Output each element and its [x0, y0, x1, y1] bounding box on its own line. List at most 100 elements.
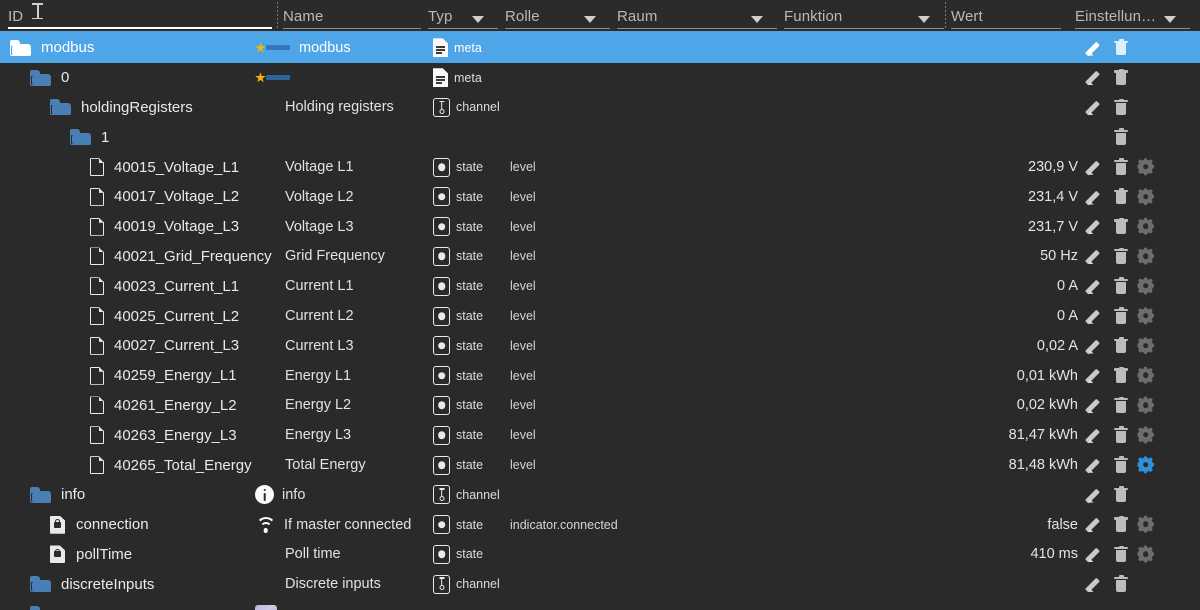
column-header-id[interactable]: ID	[8, 0, 272, 33]
column-divider[interactable]	[277, 2, 278, 30]
cell-id[interactable]: 40015_Voltage_L1	[0, 152, 239, 182]
edit-icon[interactable]	[1084, 426, 1105, 444]
delete-icon[interactable]	[1114, 486, 1128, 503]
cell-role[interactable]: level	[510, 182, 536, 212]
cell-value[interactable]: 0 A	[948, 301, 1078, 331]
edit-icon[interactable]	[1084, 307, 1105, 324]
cell-type[interactable]: meta	[433, 33, 482, 63]
cell-value[interactable]	[948, 93, 1078, 123]
edit-icon[interactable]	[1084, 69, 1105, 86]
settings-icon[interactable]	[1137, 158, 1154, 176]
cell-type[interactable]: state	[433, 361, 483, 391]
edit-icon[interactable]	[1084, 277, 1105, 295]
cell-role[interactable]: level	[510, 242, 536, 272]
tree-row[interactable]: pollTime Poll time state 410 ms	[0, 539, 1200, 570]
column-header-wert[interactable]: Wert	[951, 0, 1061, 33]
cell-value[interactable]: 0,02 kWh	[948, 391, 1078, 421]
cell-value[interactable]: 50 Hz	[948, 242, 1078, 272]
cell-type[interactable]	[433, 599, 439, 610]
delete-icon[interactable]	[1114, 98, 1128, 116]
cell-id[interactable]: 0	[0, 63, 69, 93]
edit-icon[interactable]	[1084, 486, 1105, 503]
cell-role[interactable]: level	[510, 450, 536, 480]
cell-id[interactable]: pollTime	[0, 540, 132, 570]
cell-value[interactable]	[948, 480, 1078, 510]
delete-icon[interactable]	[1114, 337, 1128, 354]
cell-type[interactable]: state	[433, 510, 483, 540]
edit-icon[interactable]	[1084, 546, 1105, 563]
cell-name[interactable]: Discrete inputs	[255, 569, 381, 599]
cell-type[interactable]	[433, 122, 439, 152]
cell-type[interactable]: state	[433, 391, 483, 421]
cell-name[interactable]	[255, 63, 299, 93]
cell-id[interactable]: 40021_Grid_Frequency	[0, 242, 272, 272]
settings-icon[interactable]	[1137, 426, 1154, 444]
delete-icon[interactable]	[1114, 217, 1128, 235]
cell-value[interactable]	[948, 33, 1078, 63]
delete-icon[interactable]	[1114, 545, 1128, 563]
cell-type[interactable]: state	[433, 152, 483, 182]
tree-row[interactable]: 40025_Current_L2 Current L2 state level 0 A	[0, 301, 1200, 331]
delete-icon[interactable]	[1114, 188, 1128, 205]
settings-icon[interactable]	[1137, 366, 1154, 384]
cell-name[interactable]: Grid Frequency	[255, 242, 385, 272]
chevron-down-icon[interactable]	[472, 16, 484, 23]
cell-id[interactable]: 40017_Voltage_L2	[0, 182, 239, 212]
cell-id[interactable]: 40263_Energy_L3	[0, 420, 237, 450]
column-header-name[interactable]: Name	[283, 0, 421, 33]
cell-id[interactable]: 40019_Voltage_L3	[0, 212, 239, 242]
cell-type[interactable]: channel	[433, 93, 500, 123]
tree-row[interactable]: 0 meta	[0, 62, 1200, 93]
delete-icon[interactable]	[1114, 515, 1128, 533]
chevron-down-icon[interactable]	[584, 16, 596, 23]
column-header-raum[interactable]: Raum	[617, 0, 777, 33]
edit-icon[interactable]	[1084, 456, 1105, 473]
edit-icon[interactable]	[1084, 218, 1105, 235]
tree-row[interactable]: holdingRegisters Holding registers channel	[0, 92, 1200, 123]
cell-role[interactable]: level	[510, 152, 536, 182]
cell-role[interactable]: level	[510, 331, 536, 361]
cell-value[interactable]: 231,7 V	[948, 212, 1078, 242]
cell-value[interactable]: 0 A	[948, 271, 1078, 301]
cell-type[interactable]: state	[433, 212, 483, 242]
cell-role[interactable]: level	[510, 391, 536, 421]
delete-icon[interactable]	[1114, 456, 1128, 473]
tree-row[interactable]: 40265_Total_Energy Total Energy state level…	[0, 450, 1200, 480]
settings-icon[interactable]	[1137, 337, 1154, 354]
delete-icon[interactable]	[1114, 307, 1128, 324]
delete-icon[interactable]	[1114, 396, 1128, 414]
cell-value[interactable]	[948, 63, 1078, 93]
tree-row[interactable]: 40021_Grid_Frequency Grid Frequency state l…	[0, 241, 1200, 272]
cell-name[interactable]: Total Energy	[255, 450, 366, 480]
cell-type[interactable]: state	[433, 331, 483, 361]
tree-row[interactable]: connection If master connected state indica…	[0, 509, 1200, 540]
edit-icon[interactable]	[1084, 188, 1105, 205]
delete-icon[interactable]	[1114, 277, 1128, 294]
cell-type[interactable]: state	[433, 540, 483, 570]
cell-value[interactable]: 81,47 kWh	[948, 420, 1078, 450]
cell-type[interactable]: state	[433, 242, 483, 272]
cell-name[interactable]	[255, 599, 285, 610]
cell-value[interactable]	[948, 599, 1078, 610]
delete-icon[interactable]	[1114, 575, 1128, 592]
settings-icon[interactable]	[1137, 545, 1154, 563]
cell-name[interactable]: Energy L2	[255, 391, 351, 421]
edit-icon[interactable]	[1084, 39, 1105, 56]
cell-type[interactable]: state	[433, 420, 483, 450]
cell-id[interactable]: 40025_Current_L2	[0, 301, 239, 331]
edit-icon[interactable]	[1084, 99, 1105, 116]
tree-row[interactable]: modbus modbus meta	[0, 33, 1200, 63]
tree-row[interactable]: 1	[0, 122, 1200, 153]
cell-value[interactable]: 230,9 V	[948, 152, 1078, 182]
cell-name[interactable]: If master connected	[255, 510, 411, 540]
edit-icon[interactable]	[1084, 397, 1105, 414]
cell-id[interactable]: 40261_Energy_L2	[0, 391, 237, 421]
chevron-down-icon[interactable]	[918, 16, 930, 23]
edit-icon[interactable]	[1084, 248, 1105, 265]
cell-name[interactable]	[255, 122, 285, 152]
delete-icon[interactable]	[1114, 247, 1128, 265]
delete-icon[interactable]	[1114, 68, 1128, 86]
cell-type[interactable]: state	[433, 271, 483, 301]
cell-name[interactable]: Voltage L1	[255, 152, 354, 182]
cell-type[interactable]: state	[433, 450, 483, 480]
